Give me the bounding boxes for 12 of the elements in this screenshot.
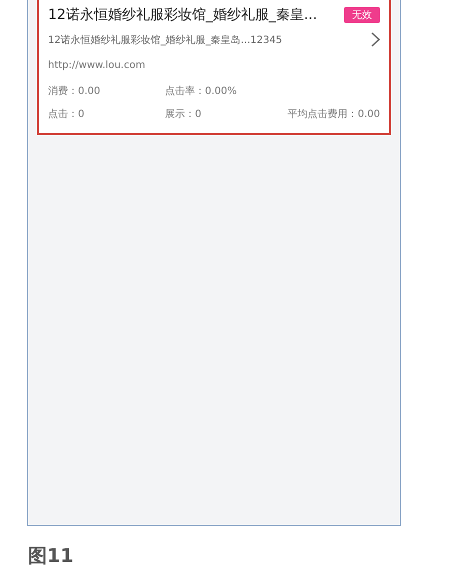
- stat-text: 点击率：0.00%: [165, 84, 238, 98]
- ad-card[interactable]: 12诺永恒婚纱礼服彩妆馆_婚纱礼服_秦皇... 无效 12诺永恒婚纱礼服彩妆馆_婚纱礼服_秦皇岛...12345 http://www.lou.com 消费：0.00 点击率：0.00% 点击：0 展示：0 平均点击费用：0.00: [37, 0, 391, 135]
- ad-title: 12诺永恒婚纱礼服彩妆馆_婚纱礼服_秦皇...: [48, 6, 318, 24]
- stat-text: 消费：0.00: [48, 84, 102, 98]
- chevron-right-icon[interactable]: [371, 32, 380, 47]
- stat-text: 点击：0: [48, 108, 86, 121]
- stat-text: 展示：0: [165, 108, 202, 121]
- ad-url: http://www.lou.com: [48, 60, 146, 71]
- stat-text: 平均点击费用：0.00: [288, 108, 380, 121]
- figure-caption: 图11: [28, 544, 74, 569]
- status-badge: 无效: [344, 7, 380, 23]
- ad-description: 12诺永恒婚纱礼服彩妆馆_婚纱礼服_秦皇岛...12345: [48, 34, 282, 46]
